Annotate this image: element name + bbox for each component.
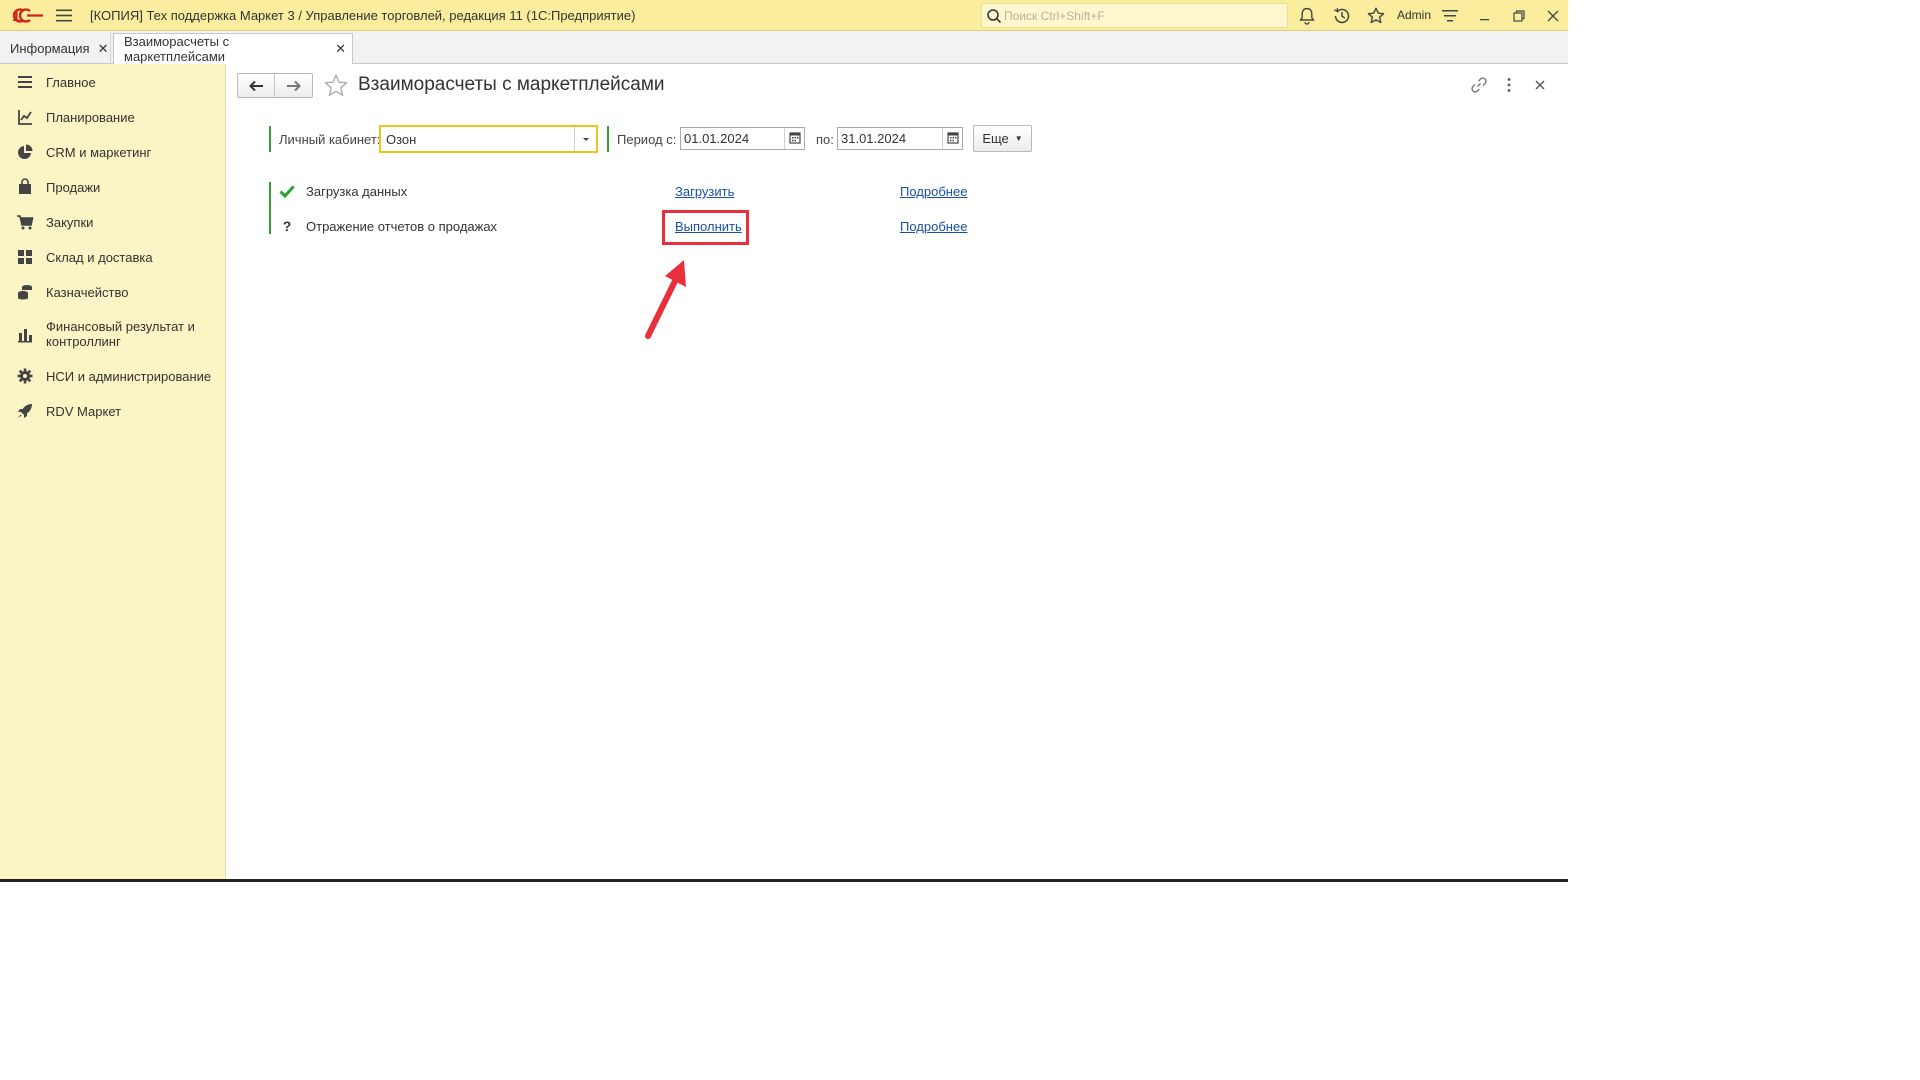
sections-sidebar: Главное Планирование CRM и маркетинг Про… — [0, 64, 226, 882]
close-icon[interactable]: ✕ — [335, 41, 346, 57]
cart-icon — [17, 215, 34, 230]
sidebar-item-label: Склад и доставка — [46, 250, 153, 265]
tab-information[interactable]: Информация ✕ — [0, 33, 111, 64]
settings-menu-icon[interactable] — [1440, 6, 1460, 26]
app-title: [КОПИЯ] Тех поддержка Маркет 3 / Управле… — [90, 8, 636, 23]
cabinet-select[interactable]: Озон — [379, 125, 598, 153]
arrow-left-icon — [249, 80, 263, 91]
calendar-button[interactable] — [942, 128, 962, 149]
annotation-highlight-box — [662, 210, 749, 245]
user-name[interactable]: Admin — [1397, 8, 1431, 22]
favorites-star-icon[interactable] — [1366, 6, 1386, 26]
more-button[interactable]: Еще ▼ — [973, 125, 1032, 152]
bell-icon[interactable] — [1297, 6, 1317, 26]
details-link[interactable]: Подробнее — [900, 184, 967, 199]
pie-chart-icon — [18, 144, 33, 159]
tab-bar: Информация ✕ Взаиморасчеты с маркетплейс… — [0, 31, 1568, 65]
warehouse-icon — [18, 250, 32, 264]
checkmark-icon — [279, 183, 295, 199]
planning-icon — [18, 110, 32, 125]
tab-label: Информация — [10, 41, 90, 56]
calendar-icon — [789, 132, 801, 144]
tab-label: Взаиморасчеты с маркетплейсами — [124, 34, 230, 64]
task-name: Отражение отчетов о продажах — [306, 219, 498, 234]
search-input[interactable] — [1004, 6, 1284, 25]
task-name: Загрузка данных — [306, 184, 408, 199]
history-icon[interactable] — [1332, 6, 1352, 26]
required-field-mark — [269, 126, 271, 152]
period-to-field[interactable] — [837, 127, 963, 150]
main-menu-icon[interactable] — [55, 8, 73, 23]
annotation-arrow-icon — [645, 260, 686, 339]
sidebar-item-label: Главное — [46, 75, 96, 90]
chevron-down-icon — [583, 138, 589, 141]
form-close-icon[interactable] — [1530, 75, 1550, 95]
sidebar-item-label: Финансовый результат и — [46, 319, 195, 334]
period-from-input[interactable] — [684, 130, 780, 147]
sidebar-item-label: CRM и маркетинг — [46, 145, 152, 160]
cabinet-label: Личный кабинет: — [279, 132, 381, 147]
arrow-right-icon — [286, 80, 301, 91]
window-close-icon[interactable] — [1543, 6, 1563, 26]
more-vertical-icon[interactable] — [1499, 75, 1519, 95]
sidebar-item-label: Казначейство — [46, 285, 129, 300]
calendar-icon — [947, 132, 959, 144]
sidebar-item-label-line2: контроллинг — [46, 334, 121, 349]
sidebar-item-treasury[interactable]: Казначейство — [0, 282, 226, 302]
sidebar-item-admin[interactable]: НСИ и администрирование — [0, 366, 226, 386]
load-link[interactable]: Загрузить — [675, 184, 734, 199]
title-bar: 1 [КОПИЯ] Тех поддержка Маркет 3 / Управ… — [0, 0, 1568, 31]
sidebar-item-financial-result[interactable]: Финансовый результат и контроллинг — [0, 317, 226, 351]
sidebar-item-warehouse[interactable]: Склад и доставка — [0, 247, 226, 267]
navigation-buttons — [237, 73, 313, 98]
sidebar-item-main[interactable]: Главное — [0, 72, 226, 92]
gear-icon — [17, 368, 33, 384]
sidebar-item-label: Продажи — [46, 180, 101, 195]
page-title: Взаиморасчеты с маркетплейсами — [358, 74, 665, 95]
period-from-label: Период с: — [617, 132, 677, 147]
calendar-button[interactable] — [784, 128, 804, 149]
sidebar-item-label: Закупки — [46, 215, 94, 230]
dropdown-button[interactable] — [574, 127, 596, 151]
tasks-group-mark — [269, 182, 271, 234]
coins-icon — [18, 285, 32, 300]
form-area: Взаиморасчеты с маркетплейсами Личный ка… — [226, 64, 1568, 882]
sidebar-item-label: НСИ и администрирование — [46, 369, 212, 384]
minimize-icon[interactable] — [1475, 6, 1495, 26]
details-link[interactable]: Подробнее — [900, 219, 967, 234]
sidebar-item-sales[interactable]: Продажи — [0, 177, 226, 197]
close-icon[interactable]: ✕ — [98, 41, 109, 57]
bar-chart-icon — [18, 329, 32, 343]
restore-icon[interactable] — [1509, 6, 1529, 26]
bottom-border — [0, 879, 1568, 882]
shopping-bag-icon — [19, 178, 31, 194]
chevron-down-icon: ▼ — [1014, 134, 1023, 143]
sidebar-item-purchases[interactable]: Закупки — [0, 212, 226, 232]
sidebar-item-label: Планирование — [46, 110, 135, 125]
global-search[interactable] — [981, 3, 1288, 28]
question-icon: ? — [282, 218, 292, 234]
period-from-field[interactable] — [680, 127, 805, 150]
period-to-input[interactable] — [841, 130, 937, 147]
forward-button[interactable] — [275, 74, 312, 97]
sidebar-item-label: RDV Маркет — [46, 404, 122, 419]
cabinet-value: Озон — [386, 132, 417, 147]
rocket-icon — [18, 404, 32, 418]
sidebar-item-planning[interactable]: Планирование — [0, 107, 226, 127]
sidebar-item-rdv-market[interactable]: RDV Маркет — [0, 401, 226, 421]
period-to-label: по: — [816, 132, 834, 147]
tab-marketplace-settlements[interactable]: Взаиморасчеты с маркетплейсами ✕ — [113, 33, 353, 65]
link-icon[interactable] — [1469, 75, 1489, 95]
add-to-favorites-star-icon[interactable] — [323, 73, 349, 98]
1c-logo: 1 — [12, 8, 43, 24]
required-field-mark — [607, 126, 609, 152]
more-button-label: Еще — [982, 131, 1009, 146]
search-icon — [987, 9, 1002, 24]
back-button[interactable] — [238, 74, 275, 97]
sidebar-item-crm[interactable]: CRM и маркетинг — [0, 142, 226, 162]
menu-lines-icon — [18, 76, 32, 88]
